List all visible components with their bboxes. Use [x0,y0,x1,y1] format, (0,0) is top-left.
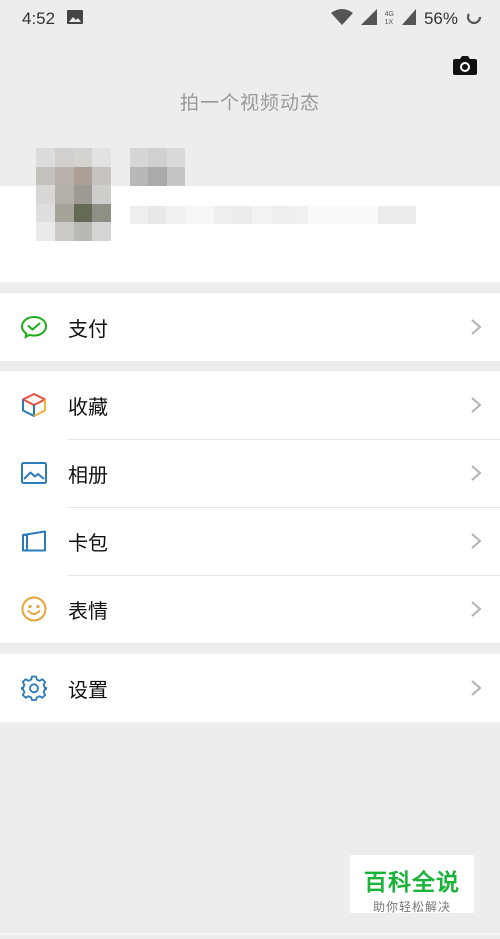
wechat-id-blurred [130,202,470,242]
smiley-icon [21,596,47,622]
chevron-right-icon [470,318,482,336]
pay-label: 支付 [68,318,108,341]
menu-item-album[interactable]: 相册 [0,439,500,507]
image-notification-icon [67,9,84,29]
album-label: 相册 [68,464,108,487]
chevron-right-icon [470,464,482,482]
battery-percent: 56% [423,9,458,28]
network-label: 4G [384,11,394,18]
wechat-pay-icon [21,314,47,340]
video-moment-prompt[interactable]: 拍一个视频动态 [0,88,500,115]
pay-section: 支付 [0,293,500,361]
menu-item-settings[interactable]: 设置 [0,654,500,722]
network-type: 4G 1X [385,11,394,27]
gear-icon [21,675,47,701]
menu-item-stickers[interactable]: 表情 [0,575,500,643]
signal-icon [360,8,377,30]
camera-icon[interactable] [452,54,480,78]
chevron-right-icon [470,396,482,414]
main-menu-section: 收藏 相册 卡包 表情 [0,371,500,643]
network-sub: 1X [384,19,394,26]
chevron-right-icon [470,679,482,697]
card-icon [21,528,47,554]
menu-item-favorites[interactable]: 收藏 [0,371,500,439]
chevron-right-icon [470,532,482,550]
wifi-icon [330,8,353,30]
favorites-label: 收藏 [68,396,108,419]
profile-card[interactable] [0,148,500,282]
watermark: 百科全说 助你轻松解决 [350,855,474,914]
menu-item-cards[interactable]: 卡包 [0,507,500,575]
menu-item-pay[interactable]: 支付 [0,293,500,361]
bottom-divider [0,933,500,935]
picture-icon [21,460,47,486]
watermark-title: 百科全说 [364,869,460,895]
chevron-right-icon [470,600,482,618]
clock: 4:52 [22,9,56,28]
settings-label: 设置 [68,679,108,702]
cards-label: 卡包 [68,532,108,555]
battery-ring-icon [466,9,482,30]
settings-section: 设置 [0,654,500,722]
stickers-label: 表情 [68,600,108,623]
avatar[interactable] [36,148,111,241]
watermark-subtitle: 助你轻松解决 [372,900,451,914]
nickname-blurred [130,148,185,186]
signal-icon [401,8,416,30]
cube-icon [21,392,47,418]
status-bar: 4:52 4G 1X 56% [0,0,500,38]
